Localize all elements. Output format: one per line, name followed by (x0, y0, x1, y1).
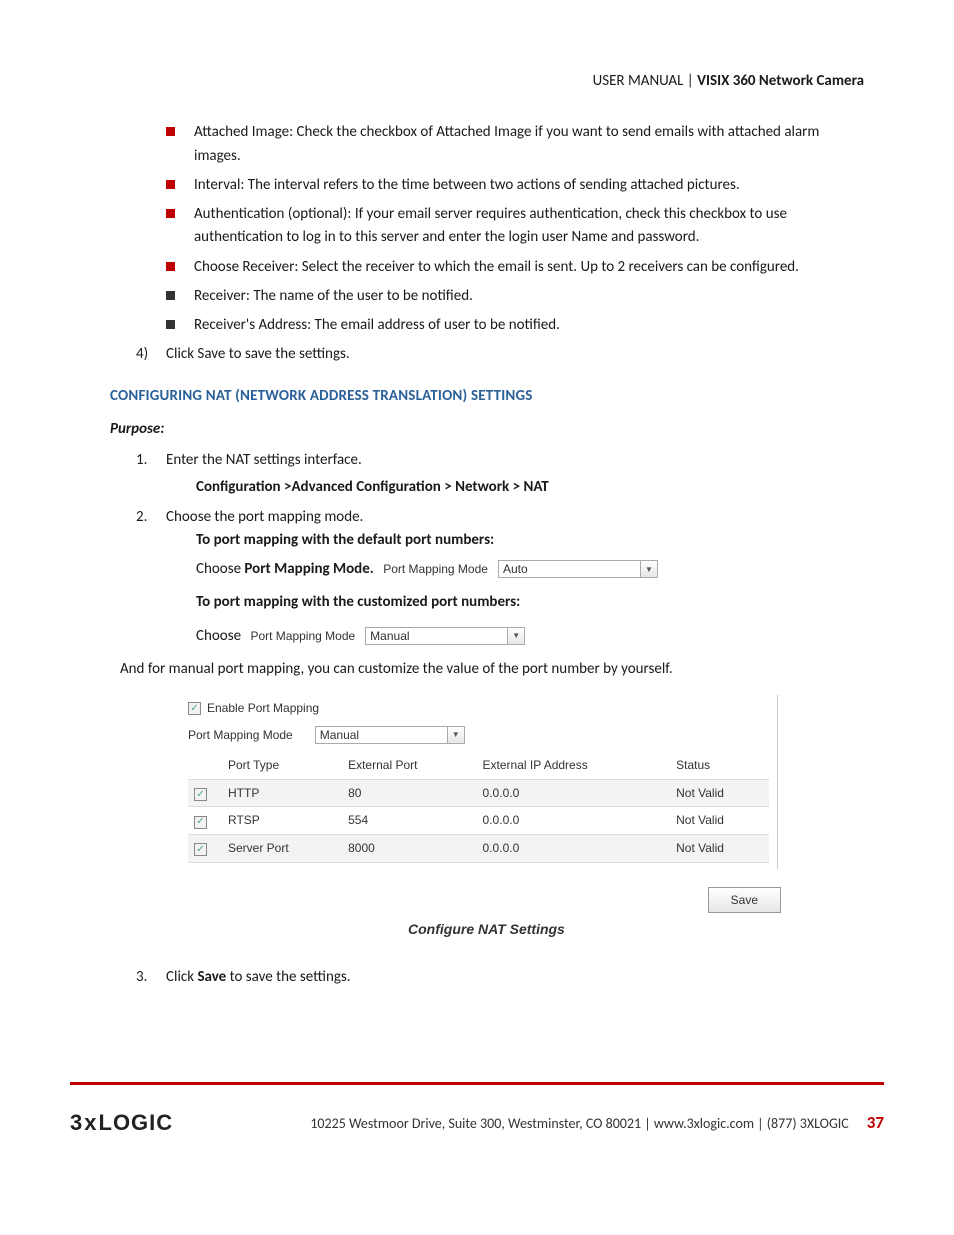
save-button[interactable]: Save (708, 887, 781, 914)
cell-external-ip: 0.0.0.0 (477, 779, 671, 807)
page-footer: 3xLOGIC 10225 Westmoor Drive, Suite 300,… (70, 1106, 884, 1140)
step-text-post: to save the settings. (226, 968, 350, 986)
port-mapping-table: Port Type External Port External IP Addr… (188, 752, 769, 862)
manual-note: And for manual port mapping, you can cus… (120, 658, 864, 681)
port-mapping-mode-row: Port Mapping Mode Manual ▼ (188, 726, 769, 745)
bullet-item: Authentication (optional): If your email… (166, 203, 864, 250)
cell-port-type: RTSP (222, 807, 342, 835)
cell-port-type: Server Port (222, 834, 342, 862)
header-right: VISIX 360 Network Camera (697, 72, 864, 90)
nat-step-2: 2. Choose the port mapping mode. To port… (110, 506, 864, 648)
choose-text-pre: Choose (196, 560, 244, 578)
mode-label: Port Mapping Mode (383, 560, 488, 579)
step-text: Click Save to save the settings. (166, 345, 350, 363)
nat-steps: 1. Enter the NAT settings interface. Con… (110, 449, 864, 648)
mode-manual-figure: Port Mapping Mode Manual ▼ (250, 627, 525, 646)
enable-port-mapping-label: Enable Port Mapping (207, 699, 319, 718)
mapping-default-heading: To port mapping with the default port nu… (196, 529, 864, 552)
step-number: 1. (136, 449, 147, 472)
cell-external-ip: 0.0.0.0 (477, 834, 671, 862)
nat-step-3: 3. Click Save to save the settings. (110, 966, 864, 989)
bullet-item: Receiver: The name of the user to be not… (166, 285, 864, 308)
select-value: Manual (370, 629, 409, 643)
mode-auto-figure: Port Mapping Mode Auto ▼ (383, 560, 658, 579)
mapping-custom-heading: To port mapping with the customized port… (196, 591, 864, 614)
page-header: USER MANUAL | VISIX 360 Network Camera (110, 70, 864, 93)
choose-text-bold: Port Mapping Mode. (244, 560, 373, 578)
cell-port-type: HTTP (222, 779, 342, 807)
choose-mode-manual-row: Choose Port Mapping Mode Manual ▼ (196, 625, 864, 648)
table-header-row: Port Type External Port External IP Addr… (188, 752, 769, 779)
choose-text: Choose (196, 627, 241, 645)
cell-status: Not Valid (670, 834, 769, 862)
enable-port-mapping-row: ✓ Enable Port Mapping (188, 699, 769, 718)
col-external-port: External Port (342, 752, 476, 779)
chevron-down-icon: ▼ (640, 561, 657, 577)
bullet-item: Attached Image: Check the checkbox of At… (166, 121, 864, 168)
mode-select-auto[interactable]: Auto ▼ (498, 560, 658, 578)
config-path: Configuration >Advanced Configuration > … (166, 476, 864, 499)
purpose-label: Purpose: (110, 418, 864, 441)
mode-label: Port Mapping Mode (250, 627, 355, 646)
footer-rule (70, 1082, 884, 1085)
header-left: USER MANUAL | (593, 72, 698, 90)
cell-external-port: 8000 (342, 834, 476, 862)
port-mapping-mode-select[interactable]: Manual ▼ (315, 726, 465, 744)
step-text-pre: Click (166, 968, 197, 986)
logo: 3xLOGIC (70, 1106, 173, 1140)
email-bullets-dark: Receiver: The name of the user to be not… (110, 285, 864, 338)
step-number: 3. (136, 966, 147, 989)
step-text: Enter the NAT settings interface. (166, 451, 362, 469)
mode-label: Port Mapping Mode (188, 726, 293, 745)
step-number: 2. (136, 506, 147, 529)
chevron-down-icon: ▼ (507, 628, 524, 644)
step-text-bold: Save (197, 968, 226, 986)
select-value: Auto (503, 562, 528, 576)
step-number: 4) (136, 343, 148, 366)
nat-section-heading: CONFIGURING NAT (NETWORK ADDRESS TRANSLA… (110, 385, 864, 408)
table-row: ✓ Server Port 8000 0.0.0.0 Not Valid (188, 834, 769, 862)
table-row: ✓ HTTP 80 0.0.0.0 Not Valid (188, 779, 769, 807)
footer-address: 10225 Westmoor Drive, Suite 300, Westmin… (310, 1113, 848, 1135)
step-4-list: 4) Click Save to save the settings. (110, 343, 864, 366)
step-text: Choose the port mapping mode. (166, 508, 363, 526)
select-value: Manual (320, 728, 359, 742)
col-status: Status (670, 752, 769, 779)
bullet-item: Choose Receiver: Select the receiver to … (166, 256, 864, 279)
cell-status: Not Valid (670, 779, 769, 807)
col-port-type: Port Type (222, 752, 342, 779)
cell-external-port: 554 (342, 807, 476, 835)
row-checkbox[interactable]: ✓ (194, 816, 207, 829)
figure-caption: Configure NAT Settings (408, 919, 778, 941)
bullet-item: Receiver's Address: The email address of… (166, 314, 864, 337)
cell-status: Not Valid (670, 807, 769, 835)
email-bullets-red: Attached Image: Check the checkbox of At… (110, 121, 864, 279)
bullet-item: Interval: The interval refers to the tim… (166, 174, 864, 197)
col-external-ip: External IP Address (477, 752, 671, 779)
nat-step-3-list: 3. Click Save to save the settings. (110, 966, 864, 989)
page-number: 37 (867, 1110, 884, 1136)
cell-external-port: 80 (342, 779, 476, 807)
row-checkbox[interactable]: ✓ (194, 788, 207, 801)
row-checkbox[interactable]: ✓ (194, 843, 207, 856)
mode-select-manual[interactable]: Manual ▼ (365, 627, 525, 645)
enable-port-mapping-checkbox[interactable]: ✓ (188, 702, 201, 715)
chevron-down-icon: ▼ (447, 727, 464, 743)
nat-step-1: 1. Enter the NAT settings interface. Con… (110, 449, 864, 500)
col-check (188, 752, 222, 779)
step-4: 4) Click Save to save the settings. (110, 343, 864, 366)
choose-mode-auto-row: Choose Port Mapping Mode. Port Mapping M… (196, 558, 864, 581)
cell-external-ip: 0.0.0.0 (477, 807, 671, 835)
nat-settings-figure: ✓ Enable Port Mapping Port Mapping Mode … (188, 695, 778, 940)
table-row: ✓ RTSP 554 0.0.0.0 Not Valid (188, 807, 769, 835)
